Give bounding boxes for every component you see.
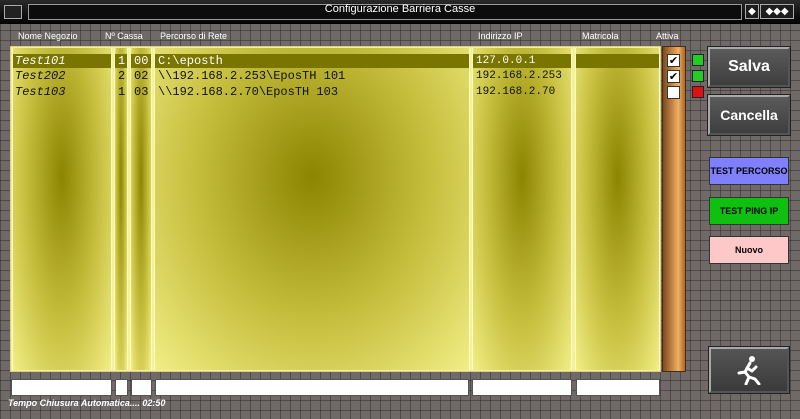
attiva-checkbox-row-1[interactable]: ✔ [667, 54, 680, 67]
filter-matricola-input[interactable] [576, 379, 660, 396]
status-led-row-2 [692, 70, 704, 82]
auto-close-status: Tempo Chiusura Automatica.... 02:50 [8, 398, 166, 408]
table-row-2-percorso[interactable]: \\192.168.2.253\EposTH 101 [158, 69, 345, 83]
table-row-3-percorso[interactable]: \\192.168.2.70\EposTH 103 [158, 85, 338, 99]
filter-ip-input[interactable] [472, 379, 572, 396]
nuovo-button[interactable]: Nuovo [709, 236, 789, 264]
title-bar: Configurazione Barriera Casse ◆ ◆◆◆ [0, 0, 800, 24]
filter-nome-input[interactable] [11, 379, 112, 396]
filter-cassa-input[interactable] [115, 379, 128, 396]
test-ping-ip-button[interactable]: TEST PING IP [709, 197, 789, 225]
minimize-icon[interactable]: ◆ [745, 4, 759, 19]
table-row-3-ip[interactable]: 192.168.2.70 [476, 85, 555, 99]
table-row-1-cassa-num[interactable]: 00 [134, 54, 148, 68]
header-nome-negozio[interactable]: Nome Negozio [18, 31, 78, 41]
table-row-1-nome[interactable]: Test101 [15, 54, 65, 68]
attiva-checkbox-row-3[interactable] [667, 86, 680, 99]
window-controls-icon[interactable]: ◆◆◆ [760, 4, 794, 19]
table-row-2-ip[interactable]: 192.168.2.253 [476, 69, 562, 83]
table-row-3-cassa[interactable]: 1 [118, 85, 125, 99]
status-led-row-3 [692, 86, 704, 98]
table-row-2-cassa-num[interactable]: 02 [134, 69, 148, 83]
salva-button[interactable]: Salva [708, 47, 790, 87]
table-row-2-nome[interactable]: Test202 [15, 69, 65, 83]
attiva-checkbox-row-2[interactable]: ✔ [667, 70, 680, 83]
table-row-2-cassa[interactable]: 2 [118, 69, 125, 83]
exit-button[interactable] [709, 347, 789, 393]
table-row-3-cassa-num[interactable]: 03 [134, 85, 148, 99]
table-row-3-nome[interactable]: Test103 [15, 85, 65, 99]
table-row-1-cassa[interactable]: 1 [118, 54, 125, 68]
header-attiva[interactable]: Attiva [656, 31, 679, 41]
selected-row-highlight [576, 54, 659, 68]
cancella-button[interactable]: Cancella [708, 95, 790, 135]
window-title: Configurazione Barriera Casse [324, 3, 476, 15]
header-percorso-rete[interactable]: Percorso di Rete [160, 31, 227, 41]
header-matricola[interactable]: Matricola [582, 31, 619, 41]
table-row-1-ip[interactable]: 127.0.0.1 [476, 54, 535, 68]
column-matricola[interactable] [575, 48, 660, 370]
header-n-cassa[interactable]: Nº Cassa [105, 31, 143, 41]
running-man-exit-icon [737, 356, 761, 385]
filter-percorso-input[interactable] [155, 379, 469, 396]
test-percorso-button[interactable]: TEST PERCORSO [709, 157, 789, 185]
status-led-row-1 [692, 54, 704, 66]
header-indirizzo-ip[interactable]: Indirizzo IP [478, 31, 523, 41]
table-row-1-percorso[interactable]: C:\eposth [158, 54, 223, 68]
filter-cassa-num-input[interactable] [131, 379, 152, 396]
